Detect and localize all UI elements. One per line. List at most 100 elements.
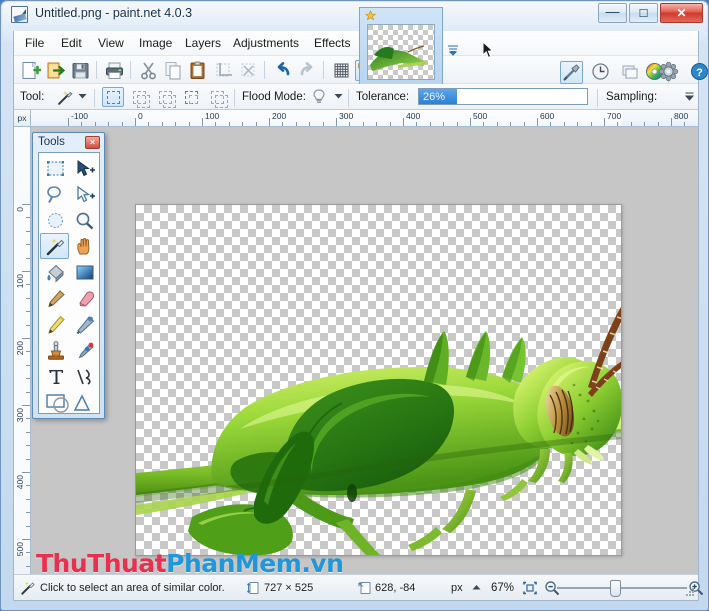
recolor-tool[interactable] (69, 337, 98, 363)
close-button[interactable]: ✕ (660, 3, 703, 23)
lasso-select-tool[interactable] (40, 181, 69, 207)
history-window-icon[interactable] (590, 61, 613, 84)
layers-window-icon[interactable] (620, 61, 643, 84)
ruler-minor-tick (26, 364, 30, 366)
save-icon[interactable] (70, 60, 91, 81)
ruler-label: 500 (15, 542, 25, 557)
pan-tool[interactable] (69, 233, 98, 259)
selection-mode-replace[interactable] (102, 87, 124, 107)
paste-icon[interactable] (188, 60, 209, 81)
ruler-tick (22, 204, 30, 205)
deselect-all-icon[interactable] (238, 60, 259, 81)
tool-options-bar: Tool: Flood Mode: Tolerance: 26% Samplin… (14, 84, 698, 110)
watermark: ThuThuatPhanMem.vn (36, 549, 344, 578)
magic-wand-tool[interactable] (40, 233, 69, 259)
chevron-up-icon[interactable] (472, 584, 481, 591)
ruler-minor-tick (26, 244, 30, 246)
toolbar-separator (597, 89, 598, 107)
paintnet-app-icon (11, 6, 28, 23)
svg-text:?: ? (696, 67, 703, 79)
move-selected-tool[interactable] (69, 155, 98, 181)
ruler-unit-label[interactable]: px (14, 110, 31, 127)
ruler-minor-tick (215, 122, 217, 126)
tools-window-icon[interactable] (560, 61, 583, 84)
tolerance-label: Tolerance: (356, 91, 410, 103)
magic-wand-icon[interactable] (55, 88, 75, 107)
cut-icon[interactable] (138, 60, 159, 81)
sampling-label: Sampling: (606, 91, 658, 103)
ruler-tick (22, 472, 30, 473)
tolerance-value: 26% (423, 91, 446, 103)
new-icon[interactable] (20, 60, 41, 81)
cursor-position-icon (358, 581, 372, 595)
ruler-minor-tick (26, 458, 30, 460)
pencil-tool[interactable] (40, 311, 69, 337)
ruler-minor-tick (26, 217, 30, 219)
text-tool[interactable] (40, 363, 69, 389)
ruler-label: 100 (15, 274, 25, 289)
menu-edit[interactable]: Edit (55, 35, 88, 52)
lightbulb-icon[interactable] (311, 88, 327, 106)
menu-image[interactable]: Image (133, 35, 178, 52)
redo-icon[interactable] (297, 60, 318, 81)
ruler-minor-tick (26, 297, 30, 299)
copy-icon[interactable] (163, 60, 184, 81)
watermark-part1: Thu (36, 549, 88, 578)
color-picker-tool[interactable] (69, 311, 98, 337)
zoom-to-fit-icon[interactable] (522, 580, 538, 596)
zoom-tool[interactable] (69, 207, 98, 233)
rectangle-select-tool[interactable] (40, 155, 69, 181)
menu-effects[interactable]: Effects (308, 35, 356, 52)
horizontal-ruler[interactable]: -100 0 100 200 300 400 500 600 700 800 (31, 110, 698, 127)
menu-view[interactable]: View (92, 35, 130, 52)
menu-layers[interactable]: Layers (179, 35, 227, 52)
shapes-tool[interactable] (40, 389, 98, 415)
grasshopper-image (136, 306, 621, 555)
minimize-button[interactable]: — (598, 3, 627, 23)
unit-label[interactable]: px (451, 582, 463, 594)
help-icon[interactable]: ? (689, 61, 709, 84)
vertical-ruler[interactable]: 0 100 200 300 400 500 (14, 127, 31, 574)
zoom-slider-track[interactable] (557, 587, 687, 589)
print-icon[interactable] (104, 60, 125, 81)
open-icon[interactable] (45, 60, 66, 81)
chevron-down-icon[interactable] (78, 93, 87, 100)
line-curve-tool[interactable] (69, 363, 98, 389)
gradient-tool[interactable] (69, 259, 98, 285)
chevron-down-icon[interactable] (334, 93, 343, 100)
chevron-down-icon[interactable] (446, 43, 460, 57)
tools-palette-window[interactable]: Tools ✕ (32, 132, 105, 419)
grid-icon[interactable] (331, 60, 352, 81)
zoom-slider-thumb[interactable] (610, 580, 621, 597)
maximize-button[interactable]: ☐ (629, 3, 658, 23)
magic-wand-icon (20, 580, 36, 596)
ruler-tick (22, 271, 30, 272)
clone-stamp-tool[interactable] (40, 337, 69, 363)
move-selection-tool[interactable] (69, 181, 98, 207)
paintbrush-tool[interactable] (40, 285, 69, 311)
canvas-workspace[interactable] (31, 127, 698, 574)
menu-adjustments[interactable]: Adjustments (227, 35, 305, 52)
selection-mode-exclude[interactable] (154, 87, 176, 108)
selection-mode-union[interactable] (128, 87, 150, 108)
selection-mode-xor[interactable] (180, 87, 202, 107)
eraser-tool[interactable] (69, 285, 98, 311)
toolbar-separator (323, 61, 324, 79)
ellipse-select-tool[interactable] (40, 207, 69, 233)
settings-icon[interactable] (658, 61, 681, 84)
ruler-minor-tick (630, 122, 632, 126)
image-thumbnail-untitled[interactable] (359, 7, 443, 87)
paint-bucket-tool[interactable] (40, 259, 69, 285)
menu-file[interactable]: File (19, 35, 50, 52)
resize-grip-icon[interactable] (685, 587, 695, 597)
tolerance-slider[interactable]: 26% (418, 88, 588, 105)
undo-icon[interactable] (272, 60, 293, 81)
toolbar-separator (130, 61, 131, 79)
close-icon[interactable]: ✕ (85, 136, 100, 149)
overflow-chevron-icon[interactable] (685, 90, 694, 103)
ruler-label: 800 (674, 111, 689, 121)
selection-mode-intersect[interactable] (206, 87, 228, 108)
image-canvas[interactable] (135, 204, 622, 556)
window-title: Untitled.png - paint.net 4.0.3 (35, 6, 193, 20)
crop-to-selection-icon[interactable] (213, 60, 234, 81)
